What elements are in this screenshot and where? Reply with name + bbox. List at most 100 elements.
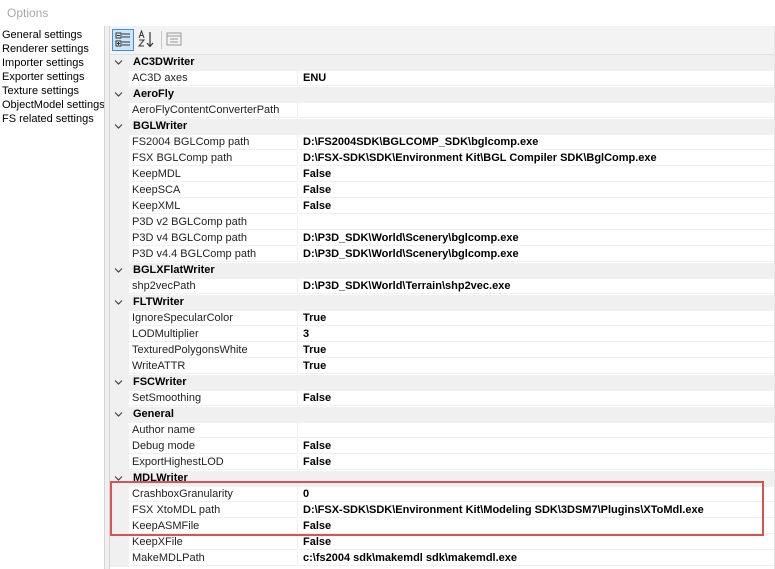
row-gutter	[110, 487, 129, 503]
property-row[interactable]: KeepASMFile False	[110, 519, 775, 535]
property-row[interactable]: P3D v4.4 BGLComp path D:\P3D_SDK\World\Sc…	[110, 247, 775, 263]
property-value[interactable]	[299, 103, 775, 118]
property-name: P3D v4.4 BGLComp path	[129, 247, 298, 262]
chevron-down-icon[interactable]	[113, 266, 124, 275]
property-value[interactable]: False	[299, 167, 775, 182]
row-gutter	[110, 407, 129, 423]
window-title: Options	[7, 6, 49, 20]
property-value[interactable]: False	[299, 199, 775, 214]
property-name: FSX XtoMDL path	[129, 503, 298, 518]
property-value[interactable]	[299, 215, 775, 230]
row-gutter	[110, 375, 129, 391]
row-gutter	[110, 167, 129, 183]
category-row[interactable]: BGLXFlatWriter	[110, 263, 775, 279]
property-row[interactable]: Debug mode False	[110, 439, 775, 455]
row-gutter	[110, 263, 129, 279]
property-row[interactable]: ExportHighestLOD False	[110, 455, 775, 471]
row-gutter	[110, 295, 129, 311]
property-value[interactable]: True	[299, 311, 775, 326]
property-value[interactable]: D:\P3D_SDK\World\Terrain\shp2vec.exe	[299, 279, 775, 294]
property-row[interactable]: KeepMDL False	[110, 167, 775, 183]
categorized-button[interactable]	[112, 29, 134, 51]
sidebar-item-fs-related-settings[interactable]: FS related settings	[0, 112, 104, 126]
property-row[interactable]: WriteATTR True	[110, 359, 775, 375]
category-row[interactable]: FLTWriter	[110, 295, 775, 311]
property-value[interactable]: ENU	[299, 71, 775, 86]
category-row[interactable]: FSCWriter	[110, 375, 775, 391]
category-row[interactable]: AeroFly	[110, 87, 775, 103]
property-name: Author name	[129, 423, 298, 438]
row-gutter	[110, 71, 129, 87]
property-name: SetSmoothing	[129, 391, 298, 406]
property-row[interactable]: P3D v2 BGLComp path	[110, 215, 775, 231]
property-row[interactable]: Author name	[110, 423, 775, 439]
property-value[interactable]: D:\FSX-SDK\SDK\Environment Kit\BGL Compi…	[299, 151, 775, 166]
property-row[interactable]: AeroFlyContentConverterPath	[110, 103, 775, 119]
property-value[interactable]: 0	[299, 487, 775, 502]
property-name: MakeMDLPath	[129, 551, 298, 566]
property-value[interactable]: D:\FSX-SDK\SDK\Environment Kit\Modeling …	[299, 503, 775, 518]
property-row[interactable]: TexturedPolygonsWhite True	[110, 343, 775, 359]
category-label: MDLWriter	[133, 472, 188, 484]
chevron-down-icon[interactable]	[113, 410, 124, 419]
property-value[interactable]: D:\P3D_SDK\World\Scenery\bglcomp.exe	[299, 247, 775, 262]
property-name: FS2004 BGLComp path	[129, 135, 298, 150]
chevron-down-icon[interactable]	[113, 298, 124, 307]
sidebar-item-texture-settings[interactable]: Texture settings	[0, 84, 104, 98]
property-row[interactable]: FSX BGLComp path D:\FSX-SDK\SDK\Environme…	[110, 151, 775, 167]
property-row[interactable]: LODMultiplier 3	[110, 327, 775, 343]
chevron-down-icon[interactable]	[113, 474, 124, 483]
chevron-down-icon[interactable]	[113, 122, 124, 131]
property-value[interactable]: False	[299, 439, 775, 454]
category-row[interactable]: MDLWriter	[110, 471, 775, 487]
property-value[interactable]: True	[299, 359, 775, 374]
property-row[interactable]: KeepXML False	[110, 199, 775, 215]
sidebar-item-importer-settings[interactable]: Importer settings	[0, 56, 104, 70]
property-row[interactable]: FS2004 BGLComp path D:\FS2004SDK\BGLCOMP_…	[110, 135, 775, 151]
property-value[interactable]: False	[299, 455, 775, 470]
alphabetical-button[interactable]	[136, 29, 158, 51]
category-row[interactable]: AC3DWriter	[110, 55, 775, 71]
property-name: KeepXML	[129, 199, 298, 214]
chevron-down-icon[interactable]	[113, 378, 124, 387]
sidebar-item-renderer-settings[interactable]: Renderer settings	[0, 42, 104, 56]
property-row[interactable]: IgnoreSpecularColor True	[110, 311, 775, 327]
property-row[interactable]: KeepXFile False	[110, 535, 775, 551]
property-row[interactable]: KeepSCA False	[110, 183, 775, 199]
property-row[interactable]: SetSmoothing False	[110, 391, 775, 407]
sidebar-item-objectmodel-settings[interactable]: ObjectModel settings	[0, 98, 105, 112]
property-value[interactable]: False	[299, 519, 775, 534]
property-pages-button[interactable]	[164, 29, 186, 51]
chevron-down-icon[interactable]	[113, 90, 124, 99]
chevron-down-icon[interactable]	[113, 58, 124, 67]
property-value[interactable]: D:\FS2004SDK\BGLCOMP_SDK\bglcomp.exe	[299, 135, 775, 150]
property-name: AeroFlyContentConverterPath	[129, 103, 298, 118]
property-value[interactable]: True	[299, 343, 775, 358]
row-gutter	[110, 199, 129, 215]
property-pages-icon	[166, 32, 182, 46]
row-gutter	[110, 391, 129, 407]
row-gutter	[110, 439, 129, 455]
property-row[interactable]: shp2vecPath D:\P3D_SDK\World\Terrain\shp2…	[110, 279, 775, 295]
property-row[interactable]: AC3D axes ENU	[110, 71, 775, 87]
sidebar-item-exporter-settings[interactable]: Exporter settings	[0, 70, 104, 84]
property-value[interactable]: False	[299, 535, 775, 550]
sidebar-item-general-settings[interactable]: General settings	[0, 28, 104, 42]
category-label: AeroFly	[133, 88, 174, 100]
property-value[interactable]: False	[299, 391, 775, 406]
property-row[interactable]: P3D v4 BGLComp path D:\P3D_SDK\World\Scen…	[110, 231, 775, 247]
property-value[interactable]	[299, 423, 775, 438]
property-value[interactable]: 3	[299, 327, 775, 342]
row-gutter	[110, 519, 129, 535]
property-row[interactable]: MakeMDLPath c:\fs2004 sdk\makemdl sdk\mak…	[110, 551, 775, 567]
property-row[interactable]: CrashboxGranularity 0	[110, 487, 775, 503]
category-row[interactable]: General	[110, 407, 775, 423]
category-row[interactable]: BGLWriter	[110, 119, 775, 135]
property-name: KeepXFile	[129, 535, 298, 550]
property-value[interactable]: False	[299, 183, 775, 198]
property-row[interactable]: FSX XtoMDL path D:\FSX-SDK\SDK\Environmen…	[110, 503, 775, 519]
property-name: Debug mode	[129, 439, 298, 454]
property-value[interactable]: D:\P3D_SDK\World\Scenery\bglcomp.exe	[299, 231, 775, 246]
categorized-icon	[115, 32, 130, 47]
property-value[interactable]: c:\fs2004 sdk\makemdl sdk\makemdl.exe	[299, 551, 775, 566]
